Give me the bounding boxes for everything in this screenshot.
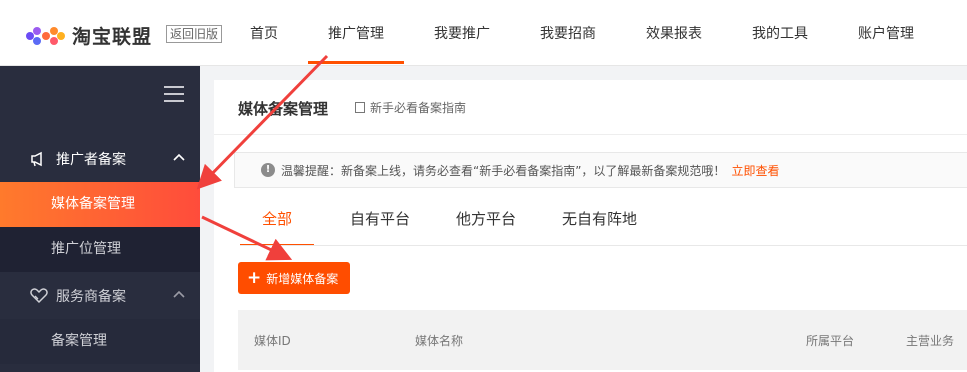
column-header-media-name: 媒体名称 xyxy=(415,334,464,348)
book-icon xyxy=(355,102,365,113)
main-nav: 首页 推广管理 我要推广 我要招商 效果报表 我的工具 账户管理 xyxy=(232,0,934,66)
nav-promote[interactable]: 我要推广 xyxy=(414,0,510,66)
sidebar-item-media-filing[interactable]: 媒体备案管理 xyxy=(0,182,200,227)
tab-no-own-platform[interactable]: 无自有阵地 xyxy=(540,198,659,246)
sidebar-group-provider[interactable]: 服务商备案 xyxy=(0,273,200,319)
page-title: 媒体备案管理 xyxy=(238,100,329,118)
table-header: 媒体ID 媒体名称 所属平台 主营业务 xyxy=(238,310,967,370)
column-header-business: 主营业务 xyxy=(906,334,955,348)
tab-all[interactable]: 全部 xyxy=(240,198,315,246)
top-navigation: 淘宝联盟 返回旧版 首页 推广管理 我要推广 我要招商 效果报表 我的工具 账户… xyxy=(0,0,967,66)
nav-account[interactable]: 账户管理 xyxy=(838,0,934,66)
sidebar-group-promoter[interactable]: 推广者备案 xyxy=(0,136,200,182)
chevron-up-icon[interactable] xyxy=(172,150,186,164)
nav-reports[interactable]: 效果报表 xyxy=(626,0,722,66)
tab-own-platform[interactable]: 自有平台 xyxy=(328,198,432,246)
handshake-icon xyxy=(30,288,48,304)
menu-toggle-icon[interactable] xyxy=(164,86,184,107)
add-media-filing-button[interactable]: + 新增媒体备案 xyxy=(238,262,350,294)
tab-third-party-platform[interactable]: 他方平台 xyxy=(434,198,538,246)
guide-link-label: 新手必看备案指南 xyxy=(370,101,467,115)
add-button-label: 新增媒体备案 xyxy=(266,271,339,286)
divider xyxy=(214,134,967,135)
warning-icon: ! xyxy=(261,163,275,177)
sidebar: 推广者备案 媒体备案管理 推广位管理 服务商备案 备案管理 xyxy=(0,66,200,372)
sidebar-group-label: 服务商备案 xyxy=(56,289,126,305)
notice-banner: ! 温馨提醒：新备案上线，请务必查看“新手必看备案指南”，以了解最新备案规范哦！… xyxy=(234,152,967,188)
logo-text: 淘宝联盟 xyxy=(72,26,153,48)
notice-text: 温馨提醒：新备案上线，请务必查看“新手必看备案指南”，以了解最新备案规范哦！ xyxy=(281,163,726,178)
logo[interactable]: 淘宝联盟 xyxy=(26,22,152,49)
tabs-underline xyxy=(240,245,967,246)
plus-icon: + xyxy=(247,268,262,288)
main-panel: 媒体备案管理 新手必看备案指南 ! 温馨提醒：新备案上线，请务必查看“新手必看备… xyxy=(214,80,967,372)
nav-tools[interactable]: 我的工具 xyxy=(732,0,828,66)
megaphone-icon xyxy=(30,151,48,167)
column-header-media-id: 媒体ID xyxy=(254,334,291,348)
nav-promotion-management[interactable]: 推广管理 xyxy=(308,0,404,66)
nav-home[interactable]: 首页 xyxy=(232,0,296,66)
sidebar-group-label: 推广者备案 xyxy=(56,152,126,168)
sidebar-item-promotion-slots[interactable]: 推广位管理 xyxy=(0,227,200,272)
old-version-button[interactable]: 返回旧版 xyxy=(166,25,223,43)
guide-link[interactable]: 新手必看备案指南 xyxy=(355,99,466,116)
logo-icon xyxy=(26,25,66,47)
sidebar-item-filing-management[interactable]: 备案管理 xyxy=(0,319,200,364)
column-header-platform: 所属平台 xyxy=(806,334,855,348)
chevron-up-icon[interactable] xyxy=(172,287,186,301)
notice-view-link[interactable]: 立即查看 xyxy=(731,162,779,179)
filter-tabs: 全部 自有平台 他方平台 无自有阵地 xyxy=(240,198,659,246)
nav-recruit[interactable]: 我要招商 xyxy=(520,0,616,66)
